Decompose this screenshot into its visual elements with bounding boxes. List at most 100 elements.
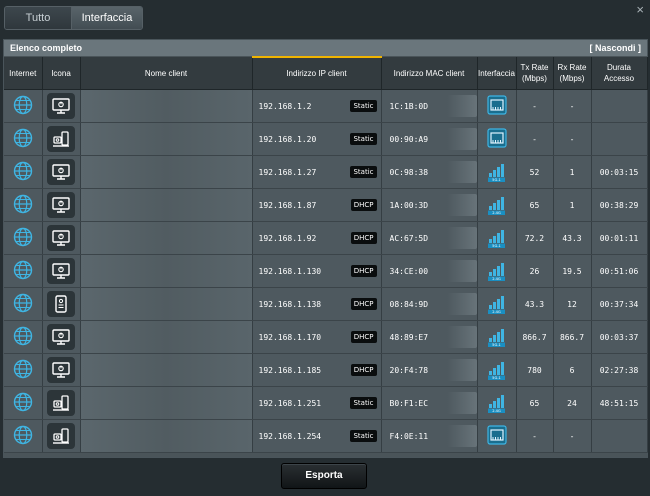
table-row[interactable]: 192.168.1.138 DHCP 08:84:9D 2.4G 43.3 12 00:37…	[4, 287, 648, 321]
phone-icon[interactable]	[47, 291, 75, 317]
tx-rate-cell: 65	[516, 386, 554, 420]
client-name-cell[interactable]	[80, 89, 253, 123]
client-name-cell[interactable]	[80, 287, 253, 321]
col-icona[interactable]: Icona	[42, 57, 81, 90]
table-row[interactable]: 192.168.1.251 Static B0:F1:EC 2.4G 65 24 48:51…	[4, 386, 648, 420]
desktop-icon[interactable]	[47, 225, 75, 251]
client-name-cell[interactable]	[80, 122, 253, 156]
table-header-row: Internet Icona Nome client Indirizzo IP …	[4, 56, 648, 90]
globe-icon[interactable]	[13, 425, 33, 447]
desktop-icon[interactable]	[47, 324, 75, 350]
col-mac-address[interactable]: Indirizzo MAC client	[381, 57, 478, 90]
internet-cell	[4, 122, 43, 156]
ip-cell: 192.168.1.92 DHCP	[252, 221, 382, 255]
internet-cell	[4, 353, 43, 387]
client-name-cell[interactable]	[80, 386, 253, 420]
desktop-icon[interactable]	[47, 159, 75, 185]
col-client-name[interactable]: Nome client	[80, 57, 253, 90]
table-row[interactable]: 192.168.1.87 DHCP 1A:00:3D 2.4G 65 1 00:38:29	[4, 188, 648, 222]
table-row[interactable]: 192.168.1.92 DHCP AC:67:5D 5G-1 72.2 43.3 00:0…	[4, 221, 648, 255]
desktop-icon[interactable]	[47, 258, 75, 284]
device-icon-cell	[42, 254, 81, 288]
globe-icon[interactable]	[13, 227, 33, 249]
tx-rate-cell: 866.7	[516, 320, 554, 354]
wifi-band-label: 5G-1	[492, 343, 501, 347]
table-row[interactable]: 192.168.1.2 Static 1C:1B:0D - -	[4, 89, 648, 123]
ip-address: 192.168.1.27	[258, 167, 317, 177]
globe-icon[interactable]	[13, 194, 33, 216]
tab-interfaccia[interactable]: Interfaccia	[71, 7, 142, 29]
globe-icon[interactable]	[13, 392, 33, 414]
tab-tutto[interactable]: Tutto	[5, 7, 71, 29]
mac-address: 34:CE:00	[389, 266, 429, 276]
client-name-cell[interactable]	[80, 353, 253, 387]
client-name-cell[interactable]	[80, 419, 253, 453]
client-list-panel: Elenco completo [ Nascondi ] Internet Ic…	[3, 39, 648, 458]
ip-address: 192.168.1.254	[258, 431, 322, 441]
client-table: Internet Icona Nome client Indirizzo IP …	[4, 56, 648, 453]
table-row[interactable]: 192.168.1.170 DHCP 48:89:E7 5G-1 866.7 866.7 0…	[4, 320, 648, 354]
globe-icon[interactable]	[13, 260, 33, 282]
table-row[interactable]: 192.168.1.254 Static F4:0E:11 - -	[4, 419, 648, 453]
globe-icon[interactable]	[13, 326, 33, 348]
col-ip-address[interactable]: Indirizzo IP client	[252, 56, 382, 90]
redacted-mac-part	[446, 161, 477, 183]
col-rx-rate[interactable]: Rx Rate (Mbps)	[553, 57, 592, 90]
table-row[interactable]: 192.168.1.20 Static 00:90:A9 - -	[4, 122, 648, 156]
desktop-icon[interactable]	[47, 357, 75, 383]
globe-icon[interactable]	[13, 293, 33, 315]
mac-address: 00:90:A9	[389, 134, 429, 144]
wifi-signal-icon: 2.4G	[486, 259, 508, 283]
nas-icon[interactable]	[47, 126, 75, 152]
mac-address: 1A:00:3D	[389, 200, 429, 210]
duration-cell: 48:51:15	[591, 386, 648, 420]
rx-rate-cell: 12	[553, 287, 592, 321]
mac-cell: F4:0E:11	[381, 419, 478, 453]
desktop-icon[interactable]	[47, 93, 75, 119]
wifi-signal-icon: 2.4G	[486, 292, 508, 316]
col-tx-rate[interactable]: Tx Rate (Mbps)	[516, 57, 554, 90]
client-name-cell[interactable]	[80, 188, 253, 222]
client-name-cell[interactable]	[80, 254, 253, 288]
interface-cell: 2.4G	[477, 287, 517, 321]
globe-icon[interactable]	[13, 359, 33, 381]
client-name-cell[interactable]	[80, 155, 253, 189]
interface-cell: 5G-1	[477, 353, 517, 387]
globe-icon[interactable]	[13, 161, 33, 183]
redacted-mac-part	[446, 260, 477, 282]
redacted-mac-part	[446, 95, 477, 117]
client-name-cell[interactable]	[80, 320, 253, 354]
wifi-signal-icon: 2.4G	[486, 193, 508, 217]
nas-icon[interactable]	[47, 423, 75, 449]
nas-icon[interactable]	[47, 390, 75, 416]
globe-icon[interactable]	[13, 128, 33, 150]
device-icon-cell	[42, 122, 81, 156]
col-interface[interactable]: Interfaccia	[477, 57, 517, 90]
mac-address: F4:0E:11	[389, 431, 429, 441]
panel-header: Elenco completo [ Nascondi ]	[4, 40, 647, 56]
ip-cell: 192.168.1.251 Static	[252, 386, 382, 420]
client-name-cell[interactable]	[80, 221, 253, 255]
table-row[interactable]: 192.168.1.130 DHCP 34:CE:00 2.4G 26 19.5 00:51…	[4, 254, 648, 288]
col-access-duration[interactable]: Durata Accesso	[591, 57, 648, 90]
ethernet-icon	[486, 95, 507, 117]
ip-type-badge: Static	[350, 166, 377, 178]
table-row[interactable]: 192.168.1.27 Static 0C:98:38 5G-1 52 1 00:03:1…	[4, 155, 648, 189]
table-row[interactable]: 192.168.1.185 DHCP 20:F4:78 5G-1 780 6 02:27:3…	[4, 353, 648, 387]
device-icon-cell	[42, 419, 81, 453]
mac-cell: 34:CE:00	[381, 254, 478, 288]
rx-rate-cell: 43.3	[553, 221, 592, 255]
export-button[interactable]: Esporta	[281, 463, 367, 489]
ip-address: 192.168.1.251	[258, 398, 322, 408]
hide-button[interactable]: [ Nascondi ]	[589, 40, 641, 56]
duration-cell: 00:01:11	[591, 221, 648, 255]
col-internet[interactable]: Internet	[4, 57, 43, 90]
mac-address: B0:F1:EC	[389, 398, 429, 408]
close-icon[interactable]: ×	[636, 2, 644, 17]
globe-icon[interactable]	[13, 95, 33, 117]
internet-cell	[4, 320, 43, 354]
mac-cell: 0C:98:38	[381, 155, 478, 189]
ip-address: 192.168.1.138	[258, 299, 322, 309]
ip-cell: 192.168.1.27 Static	[252, 155, 382, 189]
desktop-icon[interactable]	[47, 192, 75, 218]
